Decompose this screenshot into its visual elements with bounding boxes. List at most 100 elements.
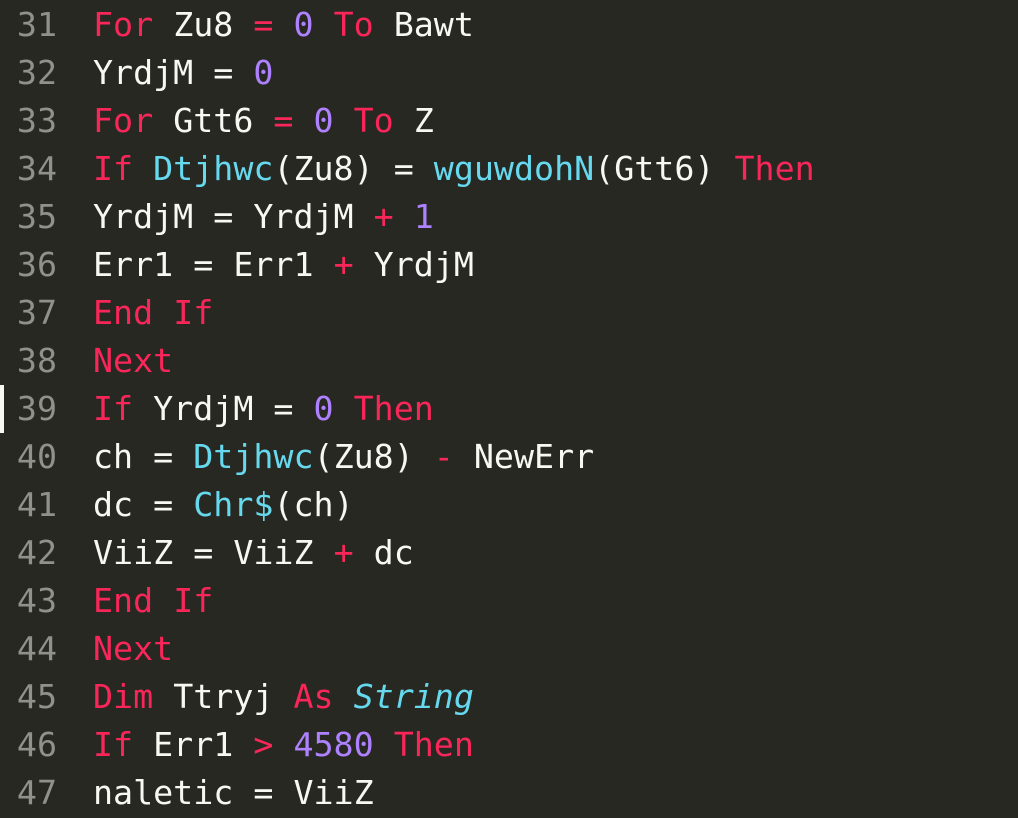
token [394, 197, 414, 236]
line-number: 41 [0, 481, 57, 529]
token [273, 725, 293, 764]
line-number: 38 [0, 337, 57, 385]
code-line[interactable]: Err1 = Err1 + YrdjM [93, 241, 1018, 289]
token [153, 5, 173, 44]
token: Bawt [394, 5, 474, 44]
code-line[interactable]: YrdjM = 0 [93, 49, 1018, 97]
token [133, 149, 153, 188]
token [253, 389, 273, 428]
code-line[interactable]: ViiZ = ViiZ + dc [93, 529, 1018, 577]
token [414, 437, 434, 476]
token: Dim [93, 677, 153, 716]
token [293, 101, 313, 140]
code-line[interactable]: If Dtjhwc(Zu8) = wguwdohN(Gtt6) Then [93, 145, 1018, 193]
token [133, 437, 153, 476]
token: ( [594, 149, 614, 188]
code-line[interactable]: Dim Ttryj As String [93, 673, 1018, 721]
code-line[interactable]: Next [93, 337, 1018, 385]
token: Then [735, 149, 815, 188]
token: = [213, 197, 233, 236]
token: 4580 [293, 725, 373, 764]
code-line[interactable]: End If [93, 289, 1018, 337]
token: dc [374, 533, 414, 572]
token: To [354, 101, 394, 140]
token: ) [694, 149, 714, 188]
token: If [93, 149, 133, 188]
token: ( [273, 485, 293, 524]
token [213, 533, 233, 572]
code-line[interactable]: If Err1 > 4580 Then [93, 721, 1018, 769]
token: Next [93, 341, 173, 380]
token: + [334, 533, 354, 572]
code-line[interactable]: naletic = ViiZ [93, 769, 1018, 817]
token: > [253, 725, 273, 764]
token [153, 293, 173, 332]
token: ViiZ [293, 773, 373, 812]
code-line[interactable]: End If [93, 577, 1018, 625]
token [414, 149, 434, 188]
token [314, 245, 334, 284]
token [454, 437, 474, 476]
token [714, 149, 734, 188]
token: ) [394, 437, 414, 476]
current-line-marker [0, 385, 4, 433]
token: 0 [293, 5, 313, 44]
token [213, 245, 233, 284]
token: 1 [414, 197, 434, 236]
line-number: 35 [0, 193, 57, 241]
token: naletic [93, 773, 233, 812]
token: + [374, 197, 394, 236]
line-number: 46 [0, 721, 57, 769]
token [334, 389, 354, 428]
token: To [334, 5, 374, 44]
token: Dtjhwc [193, 437, 313, 476]
code-line[interactable]: Next [93, 625, 1018, 673]
token: Gtt6 [614, 149, 694, 188]
token: + [334, 245, 354, 284]
token: YrdjM [153, 389, 253, 428]
token: For [93, 101, 153, 140]
token: Err1 [233, 245, 313, 284]
token: = [253, 773, 273, 812]
token: Zu8 [173, 5, 233, 44]
token [153, 581, 173, 620]
line-number: 42 [0, 529, 57, 577]
line-number: 36 [0, 241, 57, 289]
token: ( [314, 437, 334, 476]
line-number: 44 [0, 625, 57, 673]
token [173, 245, 193, 284]
token [173, 437, 193, 476]
token: End [93, 581, 153, 620]
code-line[interactable]: YrdjM = YrdjM + 1 [93, 193, 1018, 241]
token [293, 389, 313, 428]
token: ViiZ [233, 533, 313, 572]
code-line[interactable]: For Zu8 = 0 To Bawt [93, 1, 1018, 49]
code-line[interactable]: If YrdjM = 0 Then [93, 385, 1018, 433]
token: = [213, 53, 233, 92]
token: If [93, 389, 133, 428]
line-number: 32 [0, 49, 57, 97]
token [233, 5, 253, 44]
code-line[interactable]: ch = Dtjhwc(Zu8) - NewErr [93, 433, 1018, 481]
token: dc [93, 485, 133, 524]
code-line[interactable]: dc = Chr$(ch) [93, 481, 1018, 529]
token: = [394, 149, 414, 188]
token: YrdjM [253, 197, 353, 236]
code-editor[interactable]: 3132333435363738394041424344454647 For Z… [0, 0, 1018, 818]
token [133, 485, 153, 524]
token: 0 [253, 53, 273, 92]
token [153, 101, 173, 140]
code-area[interactable]: For Zu8 = 0 To BawtYrdjM = 0For Gtt6 = 0… [63, 1, 1018, 818]
token: ch [93, 437, 133, 476]
token [374, 5, 394, 44]
line-number: 43 [0, 577, 57, 625]
token [273, 677, 293, 716]
line-number-gutter: 3132333435363738394041424344454647 [0, 1, 63, 818]
token: 0 [314, 389, 334, 428]
token: YrdjM [374, 245, 474, 284]
token [334, 101, 354, 140]
token [173, 533, 193, 572]
code-line[interactable]: For Gtt6 = 0 To Z [93, 97, 1018, 145]
token: = [193, 245, 213, 284]
token [233, 197, 253, 236]
